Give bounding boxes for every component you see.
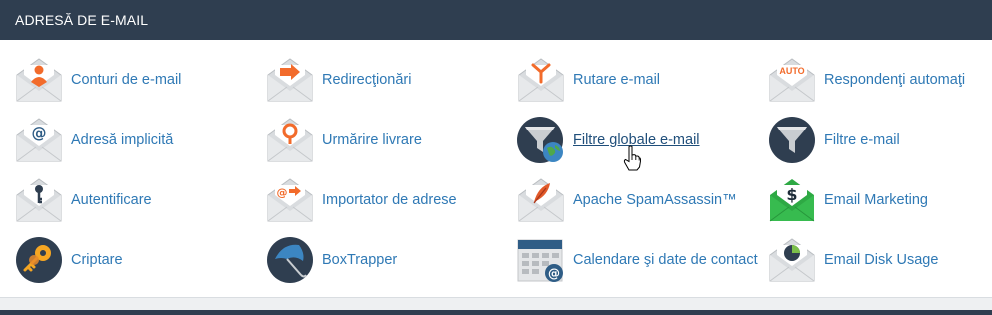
item-label: Email Disk Usage [824, 252, 939, 268]
item-label: Importator de adrese [322, 192, 457, 208]
autoresponders-link[interactable]: AUTO Respondenţi automaţi [767, 54, 965, 106]
default-address-link[interactable]: @ Adresă implicită [14, 114, 173, 166]
item-label: Respondenţi automaţi [824, 72, 966, 88]
boxtrapper-link[interactable]: BoxTrapper [265, 234, 397, 286]
item-label: Redirecţionări [322, 72, 412, 88]
key-envelope-icon [16, 178, 62, 222]
keys-icon [16, 237, 62, 283]
svg-text:AUTO: AUTO [779, 66, 804, 76]
svg-text:@: @ [277, 186, 288, 199]
dollar-envelope-icon: $ [769, 179, 815, 222]
feather-envelope-icon [518, 178, 564, 222]
item-label: Autentificare [71, 192, 152, 208]
encryption-link[interactable]: Criptare [14, 234, 123, 286]
svg-text:@: @ [548, 267, 560, 281]
forwarders-link[interactable]: Redirecţionări [265, 54, 411, 106]
email-filters-link[interactable]: Filtre e-mail [767, 114, 900, 166]
umbrella-icon [267, 237, 313, 283]
hand-pointer-cursor-icon [623, 145, 641, 171]
at-envelope-icon: @ [16, 118, 62, 162]
email-routing-link[interactable]: Rutare e-mail [516, 54, 660, 106]
auto-envelope-icon: AUTO [769, 58, 815, 102]
item-label: BoxTrapper [322, 252, 398, 268]
authentication-link[interactable]: Autentificare [14, 174, 152, 226]
email-disk-usage-link[interactable]: Email Disk Usage [767, 234, 938, 286]
address-importer-link[interactable]: @ Importator de adrese [265, 174, 457, 226]
email-marketing-link[interactable]: $ Email Marketing [767, 174, 928, 226]
forward-arrow-envelope-icon [267, 58, 313, 102]
item-label: Email Marketing [824, 192, 928, 208]
spamassassin-link[interactable]: Apache SpamAssassin™ [516, 174, 737, 226]
item-label: Conturi de e-mail [71, 72, 182, 88]
svg-text:@: @ [32, 124, 47, 142]
global-email-filters-link[interactable]: Filtre globale e-mail [516, 114, 700, 166]
location-pin-envelope-icon [267, 118, 313, 162]
track-delivery-link[interactable]: Urmărire livrare [265, 114, 422, 166]
email-accounts-link[interactable]: Conturi de e-mail [14, 54, 181, 106]
item-label: Adresă implicită [71, 132, 174, 148]
user-envelope-icon [16, 58, 62, 102]
item-label: Urmărire livrare [322, 132, 422, 148]
funnel-icon [769, 117, 815, 163]
item-label: Apache SpamAssassin™ [573, 192, 737, 208]
calendar-icon: @ [517, 239, 563, 282]
pie-envelope-icon [769, 238, 815, 282]
next-section-header-edge [0, 310, 992, 315]
email-section-panel: ADRESĂ DE E-MAIL Conturi de e-mail Redir… [0, 0, 992, 298]
calendars-contacts-link[interactable]: @ Calendare şi date de contact [516, 234, 758, 286]
item-label: Rutare e-mail [573, 72, 661, 88]
item-label: Criptare [71, 252, 123, 268]
funnel-globe-icon [517, 117, 563, 163]
item-label: Filtre e-mail [824, 132, 900, 148]
svg-text:$: $ [786, 185, 797, 204]
item-label: Calendare şi date de contact [573, 252, 758, 268]
import-envelope-icon: @ [267, 178, 313, 222]
routing-envelope-icon [518, 58, 564, 102]
section-title: ADRESĂ DE E-MAIL [0, 0, 992, 40]
